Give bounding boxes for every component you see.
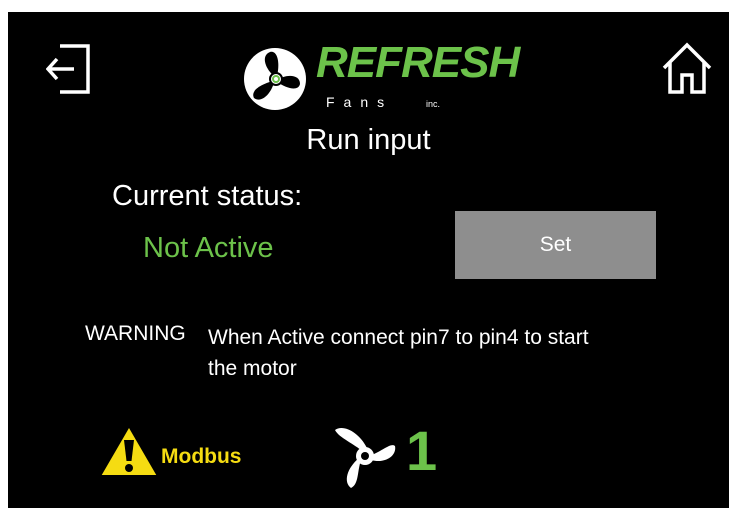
warning-label: WARNING xyxy=(85,322,186,345)
modbus-label: Modbus xyxy=(161,445,242,468)
warning-text: When Active connect pin7 to pin4 to star… xyxy=(208,326,589,380)
status-label: Current status: xyxy=(112,180,303,212)
status-value: Not Active xyxy=(143,232,274,264)
logo-sub: Fans xyxy=(326,94,394,110)
exit-button[interactable] xyxy=(45,42,92,96)
home-icon xyxy=(662,42,712,94)
fan-icon[interactable] xyxy=(331,422,399,490)
logo-fan-icon xyxy=(240,40,310,118)
home-button[interactable] xyxy=(660,41,714,95)
warning-icon[interactable] xyxy=(97,423,161,479)
set-button[interactable]: Set xyxy=(455,211,656,279)
logo-inc: inc. xyxy=(426,99,441,109)
exit-icon xyxy=(45,44,90,94)
screen: REFRESH Fans inc. Run input Current stat… xyxy=(8,12,729,508)
logo-word: REFRESH xyxy=(316,38,520,87)
fan-number: 1 xyxy=(406,419,438,482)
page-title: Run input xyxy=(306,124,431,156)
